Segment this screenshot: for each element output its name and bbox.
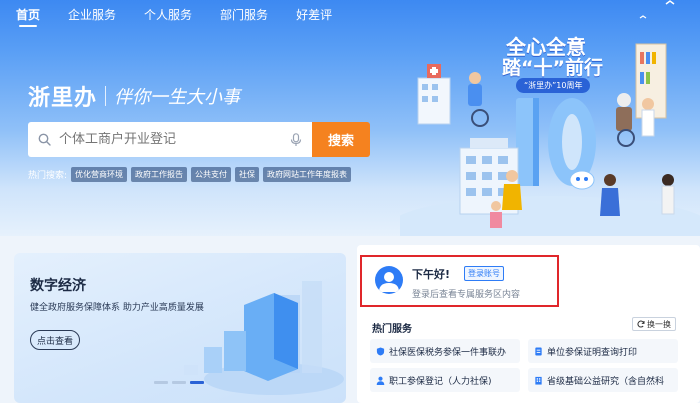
search-button[interactable]: 搜索: [312, 122, 370, 157]
service-item[interactable]: 省级基础公益研究（含自然科: [528, 368, 678, 392]
top-nav: 首页 企业服务 个人服务 部门服务 好差评: [0, 0, 344, 30]
carousel-dot[interactable]: [190, 381, 204, 384]
service-label: 省级基础公益研究（含自然科: [547, 376, 665, 387]
nav-department[interactable]: 部门服务: [220, 0, 268, 30]
hot-search-label: 热门搜索:: [28, 171, 68, 181]
search-field[interactable]: [28, 122, 312, 157]
refresh-icon: [637, 320, 645, 328]
service-item[interactable]: 单位参保证明查询打印: [528, 339, 678, 363]
hot-search-tag[interactable]: 政府网站工作年度报表: [263, 167, 352, 182]
login-button[interactable]: 登录账号: [464, 266, 504, 281]
nav-personal[interactable]: 个人服务: [144, 0, 192, 30]
hot-search-tag[interactable]: 公共支付: [191, 167, 232, 182]
anniversary-badge: “浙里办”10周年: [516, 78, 591, 93]
hot-search-tag[interactable]: 政府工作报告: [131, 167, 188, 182]
search-icon: [38, 133, 51, 146]
swap-button[interactable]: 换一换: [632, 317, 676, 331]
bar-chart-illustration: [184, 281, 344, 395]
greeting-text: 下午好!: [412, 268, 451, 281]
user-icon: [376, 376, 385, 385]
card-title: 数字经济: [30, 278, 86, 294]
nav-enterprise[interactable]: 企业服务: [68, 0, 116, 30]
hot-search: 热门搜索: 优化营商环境 政府工作报告 公共支付 社保 政府网站工作年度报表: [28, 167, 355, 182]
login-hint: 登录后查看专属服务区内容: [412, 290, 521, 300]
avatar[interactable]: [375, 266, 403, 294]
search-bar: 搜索: [28, 122, 370, 157]
nav-home[interactable]: 首页: [16, 0, 40, 30]
service-label: 职工参保登记（人力社保): [389, 376, 492, 387]
nav-review[interactable]: 好差评: [296, 0, 332, 30]
banner-subheadline: 踏“十”前行: [502, 57, 603, 79]
hot-services-title: 热门服务: [372, 324, 412, 335]
card-description: 健全政府服务保障体系 助力产业高质量发展: [30, 303, 204, 313]
brand-logo: 浙里办 伴你一生大小事: [28, 80, 240, 112]
brand-slogan: 伴你一生大小事: [114, 87, 241, 108]
document-icon: [535, 346, 542, 356]
service-label: 社保医保税务参保一件事联办: [389, 347, 507, 358]
digital-economy-card[interactable]: 数字经济 健全政府服务保障体系 助力产业高质量发展 点击查看: [14, 253, 346, 403]
search-input[interactable]: [59, 132, 290, 147]
user-avatar-icon: [379, 272, 399, 292]
hero-banner: 首页 企业服务 个人服务 部门服务 好差评 浙里办 伴你一生大小事 搜索 热门搜…: [0, 0, 700, 236]
carousel-indicators: [154, 381, 208, 384]
hot-search-tag[interactable]: 优化营商环境: [71, 167, 128, 182]
carousel-dot[interactable]: [154, 381, 168, 384]
brand-title: 浙里办: [28, 86, 98, 111]
shield-icon: [376, 346, 385, 356]
view-button[interactable]: 点击查看: [30, 330, 80, 350]
microphone-icon[interactable]: [290, 132, 302, 147]
hot-search-tag[interactable]: 社保: [235, 167, 260, 182]
building-icon: [535, 376, 542, 385]
service-label: 单位参保证明查询打印: [547, 347, 638, 358]
carousel-dot[interactable]: [172, 381, 186, 384]
service-item[interactable]: 社保医保税务参保一件事联办: [370, 339, 520, 363]
swap-label: 换一换: [647, 319, 671, 329]
brand-divider: [105, 86, 107, 106]
service-item[interactable]: 职工参保登记（人力社保): [370, 368, 520, 392]
